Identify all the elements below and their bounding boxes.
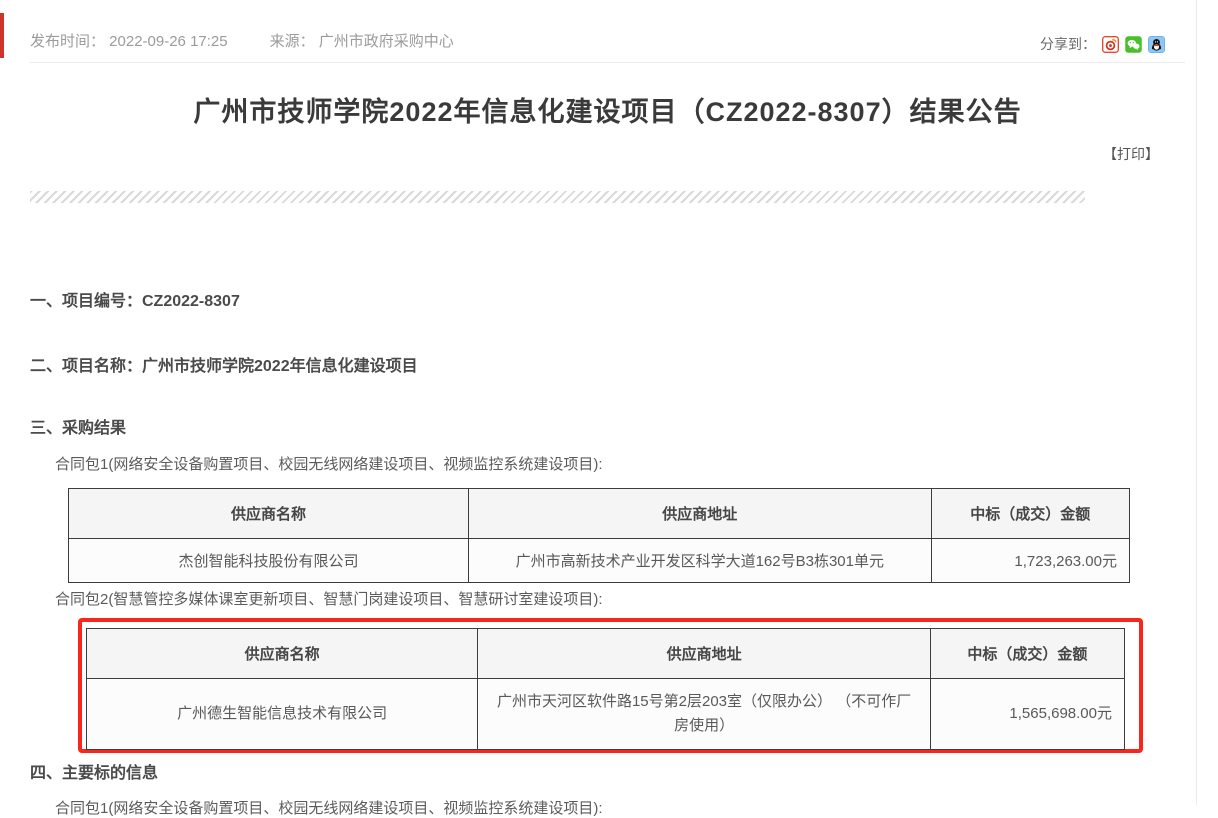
col-supplier-address: 供应商地址 bbox=[468, 489, 931, 539]
col-supplier-address: 供应商地址 bbox=[478, 629, 931, 679]
publish-time: 发布时间： 2022-09-26 17:25 bbox=[30, 30, 228, 51]
col-supplier-name: 供应商名称 bbox=[69, 489, 469, 539]
supplier-address-cell: 广州市天河区软件路15号第2层203室（仅限办公） （不可作厂房使用） bbox=[478, 679, 931, 750]
package1-intro: 合同包1(网络安全设备购置项目、校园无线网络建设项目、视频监控系统建设项目): bbox=[55, 453, 603, 474]
share-label: 分享到： bbox=[1040, 34, 1096, 54]
table-row: 广州德生智能信息技术有限公司 广州市天河区软件路15号第2层203室（仅限办公）… bbox=[87, 679, 1125, 750]
table-row: 杰创智能科技股份有限公司 广州市高新技术产业开发区科学大道162号B3栋301单… bbox=[69, 539, 1130, 583]
package2-intro: 合同包2(智慧管控多媒体课室更新项目、智慧门岗建设项目、智慧研讨室建设项目): bbox=[55, 588, 603, 609]
meta-bar: 发布时间： 2022-09-26 17:25 来源： 广州市政府采购中心 bbox=[30, 30, 454, 51]
supplier-name-cell: 杰创智能科技股份有限公司 bbox=[69, 539, 469, 583]
supplier-name-cell: 广州德生智能信息技术有限公司 bbox=[87, 679, 478, 750]
meta-divider bbox=[30, 62, 1185, 63]
package1-table: 供应商名称 供应商地址 中标（成交）金额 杰创智能科技股份有限公司 广州市高新技… bbox=[68, 488, 1130, 583]
section-project-name: 二、项目名称：广州市技师学院2022年信息化建设项目 bbox=[30, 352, 418, 376]
section-project-number: 一、项目编号：CZ2022-8307 bbox=[30, 287, 240, 311]
print-button[interactable]: 【打印】 bbox=[1103, 144, 1159, 164]
col-supplier-name: 供应商名称 bbox=[87, 629, 478, 679]
hatched-divider bbox=[30, 191, 1085, 203]
page-title: 广州市技师学院2022年信息化建设项目（CZ2022-8307）结果公告 bbox=[30, 90, 1185, 129]
award-amount-cell: 1,723,263.00元 bbox=[931, 539, 1129, 583]
procurement-result-page: { "meta": { "publish": "发布时间： 2022-09-26… bbox=[0, 0, 1218, 805]
col-award-amount: 中标（成交）金额 bbox=[930, 629, 1124, 679]
qq-share-icon[interactable] bbox=[1148, 36, 1165, 53]
table-header-row: 供应商名称 供应商地址 中标（成交）金额 bbox=[69, 489, 1130, 539]
wechat-share-icon[interactable] bbox=[1125, 36, 1142, 53]
clipped-bottom-line: 合同包1(网络安全设备购置项目、校园无线网络建设项目、视频监控系统建设项目): bbox=[55, 797, 603, 818]
package2-table: 供应商名称 供应商地址 中标（成交）金额 广州德生智能信息技术有限公司 广州市天… bbox=[86, 628, 1125, 750]
share-row: 分享到： bbox=[1040, 34, 1165, 54]
weibo-share-icon[interactable] bbox=[1102, 36, 1119, 53]
left-edge-red-marker bbox=[0, 13, 4, 58]
page-edge-divider bbox=[1196, 0, 1197, 805]
award-amount-cell: 1,565,698.00元 bbox=[930, 679, 1124, 750]
section-procurement-result: 三、采购结果 bbox=[30, 414, 126, 438]
col-award-amount: 中标（成交）金额 bbox=[931, 489, 1129, 539]
source-label: 来源： 广州市政府采购中心 bbox=[270, 30, 454, 51]
section-main-subject-info: 四、主要标的信息 bbox=[30, 759, 158, 783]
supplier-address-cell: 广州市高新技术产业开发区科学大道162号B3栋301单元 bbox=[468, 539, 931, 583]
table-header-row: 供应商名称 供应商地址 中标（成交）金额 bbox=[87, 629, 1125, 679]
